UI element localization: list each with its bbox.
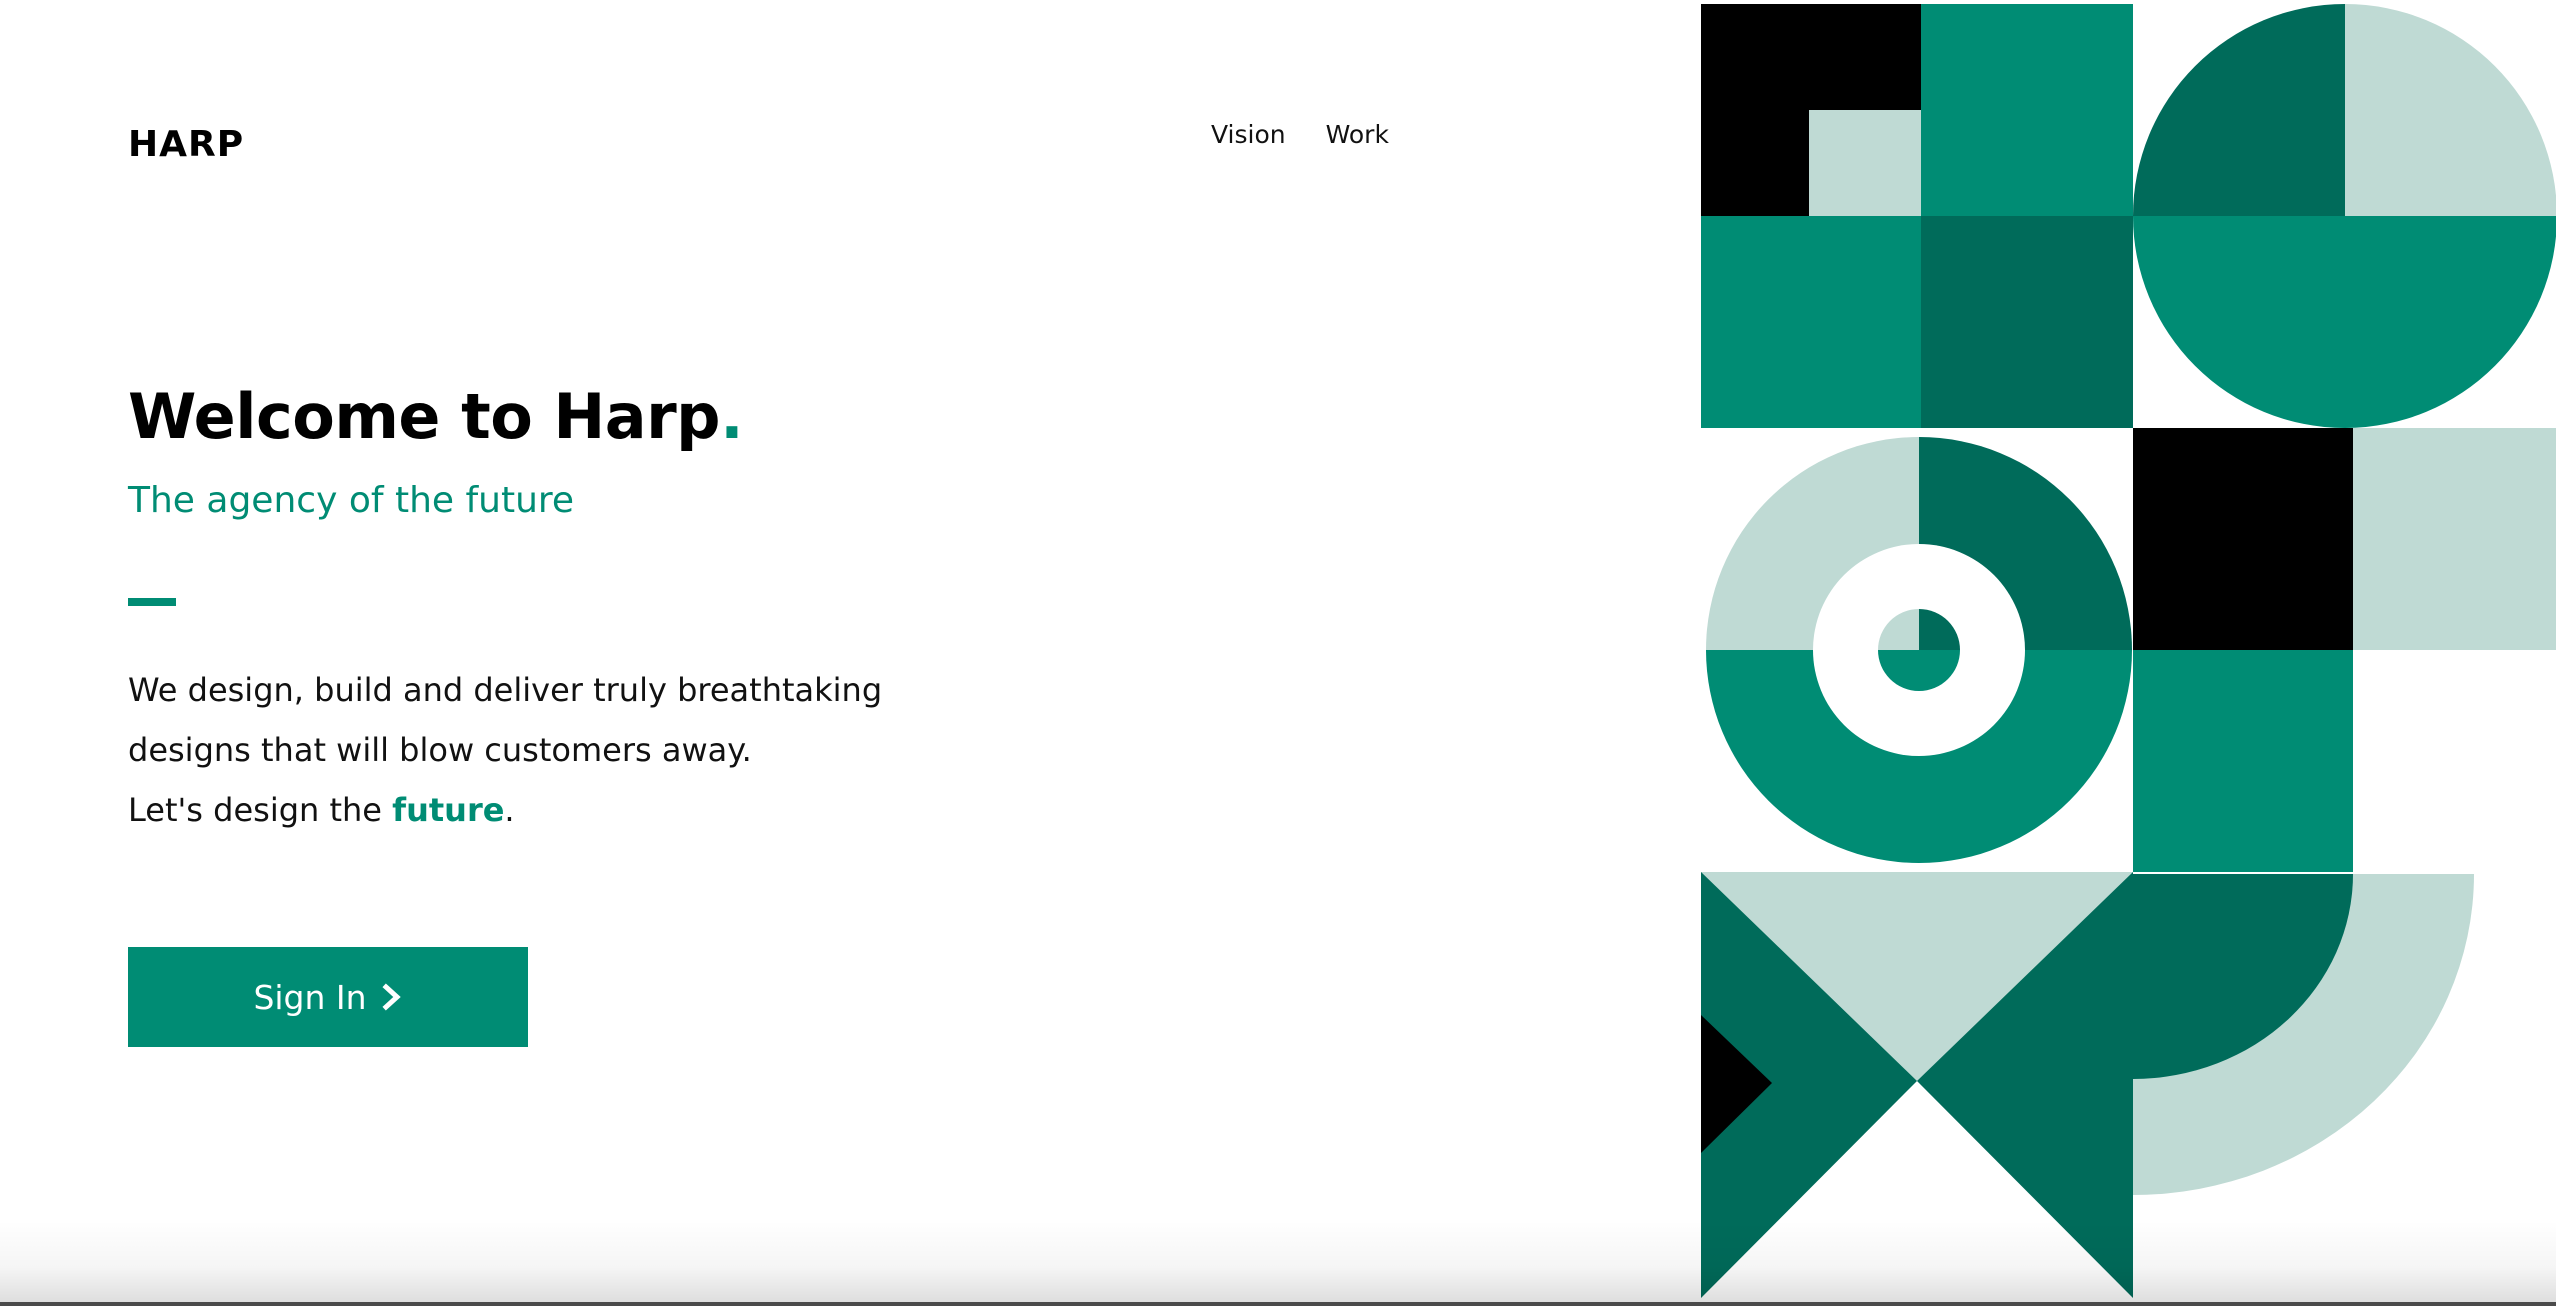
tile-top-left <box>1701 4 1921 216</box>
bottom-edge <box>0 1302 2556 1306</box>
tile-top-mid <box>1921 4 2133 216</box>
description-suffix: . <box>504 791 515 829</box>
description-line-1: We design, build and deliver truly breat… <box>128 671 883 709</box>
description-line-2: designs that will blow customers away. <box>128 731 752 769</box>
tile-quarter-arcs <box>2133 874 2474 1195</box>
tile-target-circle <box>1706 437 2132 863</box>
description-prefix: Let's design the <box>128 791 393 829</box>
hero-title: Welcome to Harp. <box>128 380 744 453</box>
geometric-artwork <box>1701 4 2556 1298</box>
top-nav: Vision Work <box>1211 120 1389 149</box>
hero-description: We design, build and deliver truly breat… <box>128 660 882 840</box>
nav-link-vision[interactable]: Vision <box>1211 120 1286 149</box>
hero-title-text: Welcome to Harp <box>128 380 721 453</box>
tile-black-square <box>2133 428 2353 650</box>
hero-subtitle: The agency of the future <box>128 480 575 521</box>
sign-in-button[interactable]: Sign In <box>128 947 528 1047</box>
description-line-3: Let's design the future. <box>128 780 882 840</box>
accent-divider <box>128 598 176 606</box>
nav-link-work[interactable]: Work <box>1326 120 1389 149</box>
hero-title-dot: . <box>720 380 744 453</box>
tile-green-mid <box>2133 650 2353 872</box>
description-emphasis: future <box>392 791 505 829</box>
tile-light-right <box>2353 428 2556 650</box>
tile-top-right-circle <box>2133 4 2556 428</box>
tile-row2-left <box>1701 216 1921 428</box>
tile-row2-mid <box>1921 216 2133 428</box>
brand-logo[interactable]: HARP <box>128 124 244 165</box>
tile-bowtie <box>1701 872 2133 1298</box>
landing-page: HARP Vision Work Welcome to Harp. The ag… <box>0 0 2556 1306</box>
chevron-right-icon <box>382 983 401 1011</box>
sign-in-label: Sign In <box>253 977 367 1017</box>
